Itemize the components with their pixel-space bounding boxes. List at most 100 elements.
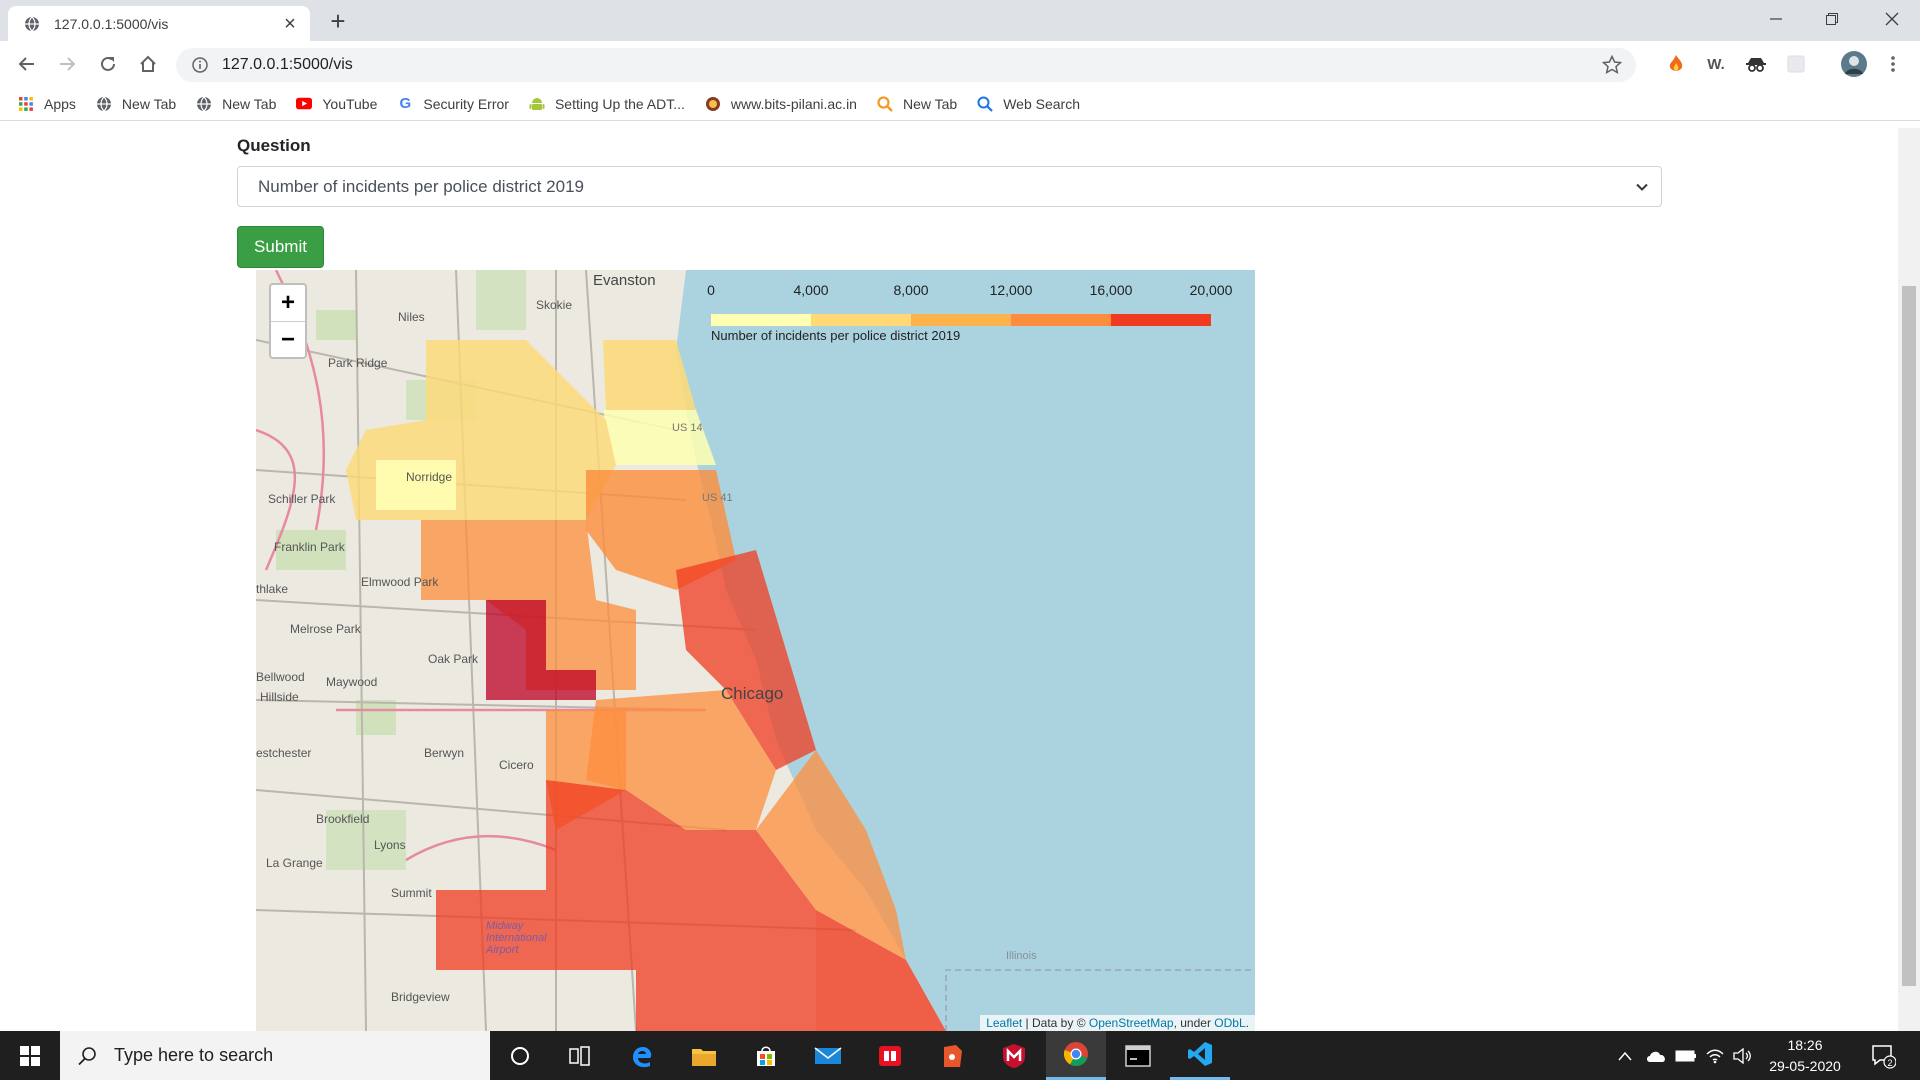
forward-button[interactable] [52, 49, 82, 79]
place-label: Midway International Airport [486, 920, 547, 956]
place-label: Illinois [1006, 950, 1037, 962]
w-extension-icon[interactable]: W. [1705, 53, 1727, 75]
place-label: Elmwood Park [361, 575, 439, 589]
osm-link[interactable]: OpenStreetMap [1089, 1016, 1174, 1030]
question-label: Question [237, 136, 311, 155]
bookmark-label: Security Error [423, 95, 509, 112]
bookmark-label: Web Search [1003, 95, 1080, 112]
store-icon[interactable] [736, 1031, 796, 1080]
mail-icon[interactable] [798, 1031, 858, 1080]
submit-button[interactable]: Submit [237, 226, 324, 268]
task-view-icon[interactable] [550, 1031, 610, 1080]
windows-taskbar: Type here to search 18:26 29-05-2020 2 [0, 1031, 1920, 1080]
info-icon[interactable] [192, 57, 208, 73]
onedrive-icon[interactable] [1645, 1031, 1667, 1080]
reload-icon [101, 56, 115, 71]
globe-icon [24, 16, 40, 32]
chevron-down-icon [1636, 183, 1648, 191]
close-window-button[interactable] [1864, 0, 1920, 38]
git-app-icon[interactable] [922, 1031, 982, 1080]
edge-icon[interactable] [612, 1031, 672, 1080]
clock-date: 29-05-2020 [1769, 1058, 1841, 1074]
reload-button[interactable] [93, 49, 123, 79]
vscode-icon[interactable] [1170, 1031, 1230, 1080]
place-label: Brookfield [316, 812, 370, 826]
bookmark-new-tab-3[interactable]: New Tab [877, 96, 957, 112]
chrome-icon[interactable] [1046, 1031, 1106, 1080]
show-hidden-icons[interactable] [1618, 1031, 1632, 1080]
place-label: Evanston [593, 272, 656, 289]
place-label: Skokie [536, 298, 573, 312]
zoom-out-button[interactable]: − [271, 321, 305, 357]
legend-swatch [711, 314, 811, 326]
search-magnifier-orange-icon [877, 95, 893, 112]
place-label: thlake [256, 582, 289, 596]
bookmark-star-icon[interactable] [1602, 55, 1622, 75]
place-label: Cicero [499, 758, 534, 772]
question-select[interactable]: Number of incidents per police district … [237, 166, 1662, 207]
home-button[interactable] [133, 49, 163, 79]
battery-icon[interactable] [1675, 1031, 1697, 1080]
bookmark-web-search[interactable]: Web Search [977, 96, 1080, 112]
minimize-button[interactable] [1748, 0, 1804, 38]
restore-button[interactable] [1804, 0, 1860, 38]
attribution-text: . [1245, 1016, 1249, 1030]
attribution-text: , under [1173, 1016, 1215, 1030]
terminal-icon[interactable] [1108, 1031, 1168, 1080]
volume-icon[interactable] [1733, 1031, 1753, 1080]
close-tab-icon[interactable]: × [280, 14, 300, 34]
place-label: Hillside [260, 690, 299, 704]
place-label: Park Ridge [328, 356, 388, 370]
zoom-in-button[interactable]: + [271, 285, 305, 321]
address-bar[interactable]: 127.0.0.1:5000/vis [176, 48, 1636, 82]
cortana-icon[interactable] [490, 1031, 550, 1080]
bookmark-apps[interactable]: Apps [18, 96, 76, 112]
url-text: 127.0.0.1:5000/vis [222, 56, 353, 73]
leaflet-link[interactable]: Leaflet [986, 1016, 1022, 1030]
back-button[interactable] [12, 49, 42, 79]
bookmark-label: www.bits-pilani.ac.in [730, 95, 857, 112]
map-legend: 0 4,000 8,000 12,000 16,000 20,000 Numbe… [707, 282, 1233, 343]
page-scrollbar[interactable] [1898, 128, 1920, 1031]
selected-question: Number of incidents per police district … [258, 176, 584, 196]
tab-title: 127.0.0.1:5000/vis [54, 15, 169, 32]
start-button[interactable] [0, 1031, 60, 1080]
bookmark-bits-pilani[interactable]: www.bits-pilani.ac.in [705, 96, 857, 112]
search-icon [78, 1046, 96, 1065]
choropleth-map[interactable]: Evanston Skokie Niles Park Ridge Norridg… [256, 270, 1255, 1031]
bookmark-new-tab-1[interactable]: New Tab [96, 96, 176, 112]
browser-toolbar: 127.0.0.1:5000/vis W. [0, 41, 1920, 87]
book-app-icon[interactable] [860, 1031, 920, 1080]
bookmark-youtube[interactable]: YouTube [296, 96, 377, 112]
grey-extension-icon[interactable] [1785, 53, 1807, 75]
legend-tick: 12,000 [989, 282, 1033, 298]
wifi-icon[interactable] [1706, 1031, 1724, 1080]
globe-icon [196, 96, 212, 112]
bookmark-new-tab-2[interactable]: New Tab [196, 96, 276, 112]
browser-tab[interactable]: 127.0.0.1:5000/vis × [8, 6, 310, 41]
action-center-icon[interactable]: 2 [1868, 1031, 1898, 1080]
menu-kebab-icon[interactable] [1882, 53, 1904, 75]
incognito-extension-icon[interactable] [1745, 53, 1767, 75]
place-label: US 14 [672, 422, 703, 434]
bookmark-security-error[interactable]: G Security Error [397, 95, 509, 112]
taskbar-clock[interactable]: 18:26 29-05-2020 [1755, 1035, 1855, 1077]
place-label: Maywood [326, 675, 378, 689]
legend-tick: 4,000 [793, 282, 829, 298]
legend-tick: 20,000 [1189, 282, 1233, 298]
scrollbar-thumb[interactable] [1902, 286, 1916, 986]
notification-count: 2 [1887, 1058, 1892, 1068]
taskbar-search-box[interactable]: Type here to search [60, 1031, 490, 1080]
bookmark-adt[interactable]: Setting Up the ADT... [529, 96, 685, 112]
mcafee-icon[interactable] [984, 1031, 1044, 1080]
place-label: estchester [256, 746, 312, 760]
flame-extension-icon[interactable] [1665, 53, 1687, 75]
profile-avatar[interactable] [1840, 50, 1868, 78]
new-tab-button[interactable]: + [324, 8, 352, 36]
legend-ticks: 0 4,000 8,000 12,000 16,000 20,000 [707, 282, 1233, 298]
legend-tick: 16,000 [1089, 282, 1133, 298]
tab-strip: 127.0.0.1:5000/vis × + [0, 0, 1920, 41]
bookmark-label: New Tab [121, 95, 177, 112]
odbl-link[interactable]: ODbL [1214, 1016, 1245, 1030]
file-explorer-icon[interactable] [674, 1031, 734, 1080]
